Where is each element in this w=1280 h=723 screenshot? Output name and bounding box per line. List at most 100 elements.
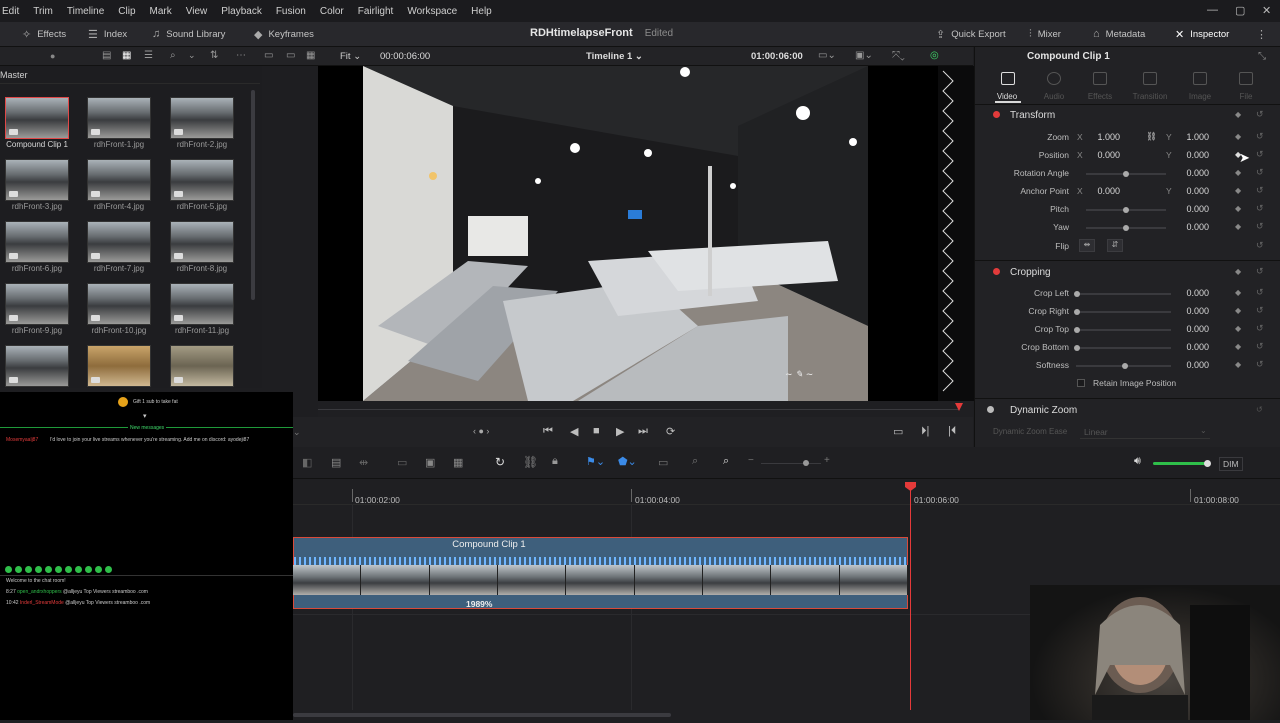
tab-video[interactable]: Video [987, 92, 1027, 101]
keyframes-button[interactable]: ◆ Keyframes [254, 28, 314, 41]
position-y-field[interactable]: 0.000 [1173, 150, 1209, 160]
clip-thumbnail-rdhfront-6[interactable] [5, 221, 69, 263]
sound-library-button[interactable]: ♫ Sound Library [152, 28, 225, 40]
replace-clip-icon[interactable]: ▦ [453, 456, 463, 469]
menu-playback[interactable]: Playback [214, 6, 269, 17]
anchor-y-field[interactable]: 0.000 [1173, 186, 1209, 196]
slider-knob[interactable] [1074, 345, 1080, 351]
list-view-icon[interactable]: ▤ [102, 50, 111, 61]
color-overlay-icon[interactable]: ◎ [930, 50, 939, 61]
reset-icon[interactable]: ↺ [1256, 149, 1264, 160]
flag-icon[interactable]: ⚑⌄ [586, 455, 605, 468]
crop-left-field[interactable]: 0.000 [1173, 288, 1209, 298]
dynamic-trim-icon[interactable]: ⇹ [359, 456, 368, 469]
detail-zoom-icon[interactable]: ⌕ [692, 455, 698, 468]
effects-button[interactable]: ✧ Effects [22, 28, 66, 41]
clip-thumbnail-compound-clip-1[interactable] [5, 97, 69, 139]
keyframe-icon[interactable]: ◆ [1235, 324, 1241, 333]
menu-edit[interactable]: Edit [0, 6, 26, 17]
clip-thumbnail-rdhfront-7[interactable] [87, 221, 151, 263]
zoom-slider-icon[interactable]: ● [50, 51, 55, 61]
menu-workspace[interactable]: Workspace [400, 6, 464, 17]
quick-export-button[interactable]: ⇪ Quick Export [936, 28, 1006, 41]
reset-icon[interactable]: ↺ [1256, 405, 1263, 414]
dim-button[interactable]: DIM [1219, 457, 1243, 471]
grid-view-icon[interactable]: ▦ [122, 50, 131, 61]
menu-trim[interactable]: Trim [26, 6, 60, 17]
step-back-button[interactable]: ◀ [570, 425, 578, 438]
dynamic-zoom-ease-dropdown[interactable]: Linear ⌄ [1080, 424, 1210, 439]
inspector-button[interactable]: ✕ Inspector [1175, 28, 1229, 41]
zoom-y-field[interactable]: 1.000 [1173, 132, 1209, 142]
clip-thumbnail-rdhfront-8[interactable] [170, 221, 234, 263]
metadata-button[interactable]: ⌂ Metadata [1093, 28, 1145, 40]
reset-icon[interactable]: ↺ [1256, 221, 1264, 232]
image-tab-icon[interactable] [1193, 72, 1207, 85]
softness-field[interactable]: 0.000 [1173, 360, 1209, 370]
crop-bottom-slider[interactable] [1074, 345, 1171, 351]
timeline-playhead[interactable] [910, 488, 911, 710]
retain-image-position-checkbox[interactable] [1077, 379, 1085, 387]
flip-horizontal-icon[interactable]: ⇹ [1079, 239, 1095, 252]
slider-knob[interactable] [1074, 291, 1080, 297]
keyframe-icon[interactable]: ◆ [1235, 288, 1241, 297]
transition-tab-icon[interactable] [1143, 72, 1157, 85]
clip-thumbnail-rdhfront-2[interactable] [170, 97, 234, 139]
viewer-scrubber[interactable] [318, 401, 973, 417]
clip-thumbnail-rdhfront-9[interactable] [5, 283, 69, 325]
lock-icon[interactable]: 🔒︎ [552, 455, 558, 468]
reset-icon[interactable]: ↺ [1256, 266, 1264, 277]
minimize-icon[interactable]: — [1207, 4, 1218, 16]
tab-transition[interactable]: Transition [1130, 92, 1170, 101]
reset-icon[interactable]: ↺ [1256, 167, 1264, 178]
collapse-icon[interactable]: ⤡ [1258, 51, 1266, 62]
overwrite-clip-icon[interactable]: ▣ [425, 456, 435, 469]
slider-knob[interactable] [803, 460, 809, 466]
custom-zoom-icon[interactable]: ⌕ [723, 455, 729, 468]
crop-top-field[interactable]: 0.000 [1173, 324, 1209, 334]
menu-timeline[interactable]: Timeline [60, 6, 111, 17]
keyframe-icon[interactable]: ◆ [1235, 110, 1241, 119]
crop-right-field[interactable]: 0.000 [1173, 306, 1209, 316]
close-icon[interactable]: ✕ [1262, 4, 1271, 17]
rotation-field[interactable]: 0.000 [1173, 168, 1209, 178]
viewer-options-icon[interactable]: ▭⌄ [818, 50, 836, 61]
slider-knob[interactable] [1122, 363, 1128, 369]
keyframe-icon[interactable]: ◆ [1235, 306, 1241, 315]
video-viewer[interactable] [318, 66, 938, 401]
clip-thumbnail-rdhfront-11[interactable] [170, 283, 234, 325]
keyframe-icon[interactable]: ◆ [1235, 132, 1241, 141]
reset-icon[interactable]: ↺ [1256, 131, 1264, 142]
tab-effects[interactable]: Effects [1080, 92, 1120, 101]
keyframe-icon[interactable]: ◆ [1235, 360, 1241, 369]
file-tab-icon[interactable] [1239, 72, 1253, 85]
safe-area-icon[interactable]: ▭ [286, 50, 295, 61]
menu-clip[interactable]: Clip [111, 6, 142, 17]
reset-icon[interactable]: ↺ [1256, 287, 1264, 298]
go-to-start-button[interactable]: ⏮ [543, 425, 553, 438]
slider-knob[interactable] [1074, 327, 1080, 333]
crop-left-slider[interactable] [1074, 291, 1171, 297]
search-icon[interactable]: ⌕ [170, 50, 176, 61]
transform-overlay-icon[interactable]: ▣⌄ [855, 50, 873, 61]
layout-icon[interactable]: ▦ [306, 50, 315, 61]
next-edit-button[interactable]: ⏵| [921, 425, 929, 438]
effects-tab-icon[interactable] [1093, 72, 1107, 85]
scrollbar-thumb[interactable] [293, 713, 671, 717]
menu-fairlight[interactable]: Fairlight [351, 6, 401, 17]
menu-view[interactable]: View [179, 6, 215, 17]
jog-control[interactable]: ‹ ● › [473, 426, 489, 436]
keyframe-icon[interactable]: ◆ [1235, 204, 1241, 213]
position-x-field[interactable]: 0.000 [1084, 150, 1120, 160]
clip-thumbnail-rdhfront-10[interactable] [87, 283, 151, 325]
play-button[interactable]: ▶ [616, 425, 624, 438]
marker-icon[interactable]: ⬟⌄ [618, 455, 637, 468]
yaw-slider[interactable] [1086, 225, 1166, 231]
snapping-icon[interactable]: ↻ [495, 455, 505, 469]
reset-icon[interactable]: ↺ [1256, 109, 1264, 120]
tab-audio[interactable]: Audio [1034, 92, 1074, 101]
crop-bottom-field[interactable]: 0.000 [1173, 342, 1209, 352]
link-icon[interactable]: ⛓ [1146, 131, 1157, 142]
zoom-in-icon[interactable]: + [824, 455, 830, 466]
full-extent-zoom-icon[interactable]: ▭ [658, 456, 668, 469]
